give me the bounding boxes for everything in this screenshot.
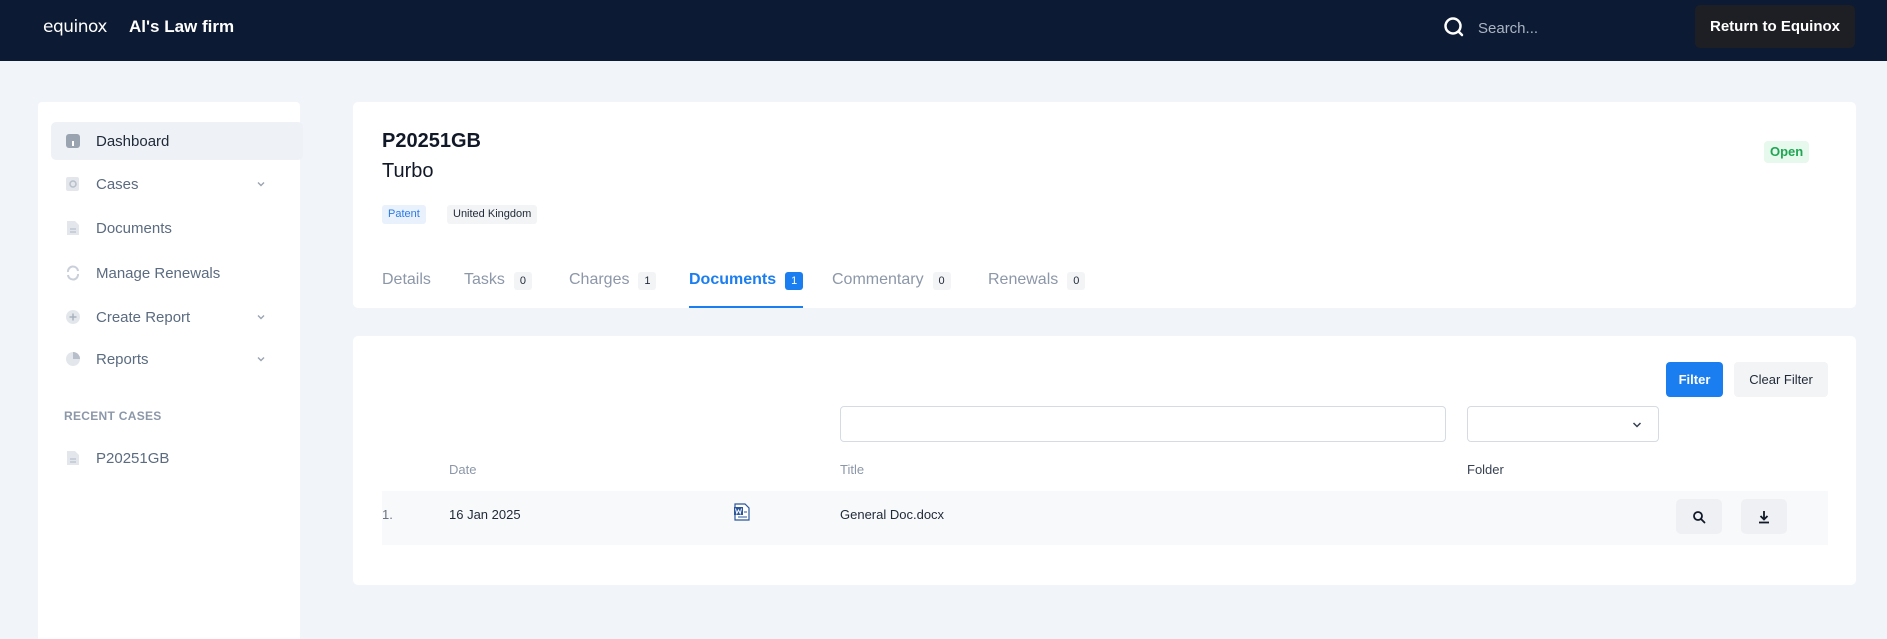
tab-commentary[interactable]: Commentary 0 xyxy=(832,257,951,308)
column-header-folder[interactable]: Folder xyxy=(1467,462,1504,477)
row-index: 1. xyxy=(382,507,393,522)
sidebar-item-label: Cases xyxy=(96,175,139,193)
documents-icon xyxy=(67,221,79,235)
tab-label: Documents xyxy=(689,271,777,288)
status-badge: Open xyxy=(1764,141,1810,163)
sidebar-item-cases[interactable]: Cases xyxy=(51,165,303,203)
sidebar-item-label: Create Report xyxy=(96,308,191,326)
tab-count-badge: 0 xyxy=(1067,272,1086,290)
equinox-logo[interactable]: equinox xyxy=(43,17,107,37)
view-document-button[interactable] xyxy=(1676,499,1722,534)
title-filter-input[interactable] xyxy=(840,406,1446,442)
filter-button[interactable]: Filter xyxy=(1666,362,1723,397)
firm-name: Al's Law firm xyxy=(129,17,235,36)
recent-case-label: P20251GB xyxy=(96,449,170,467)
table-row: 1. 16 Jan 2025 General Doc.docx xyxy=(382,491,1828,545)
search-input[interactable] xyxy=(1478,14,1678,42)
case-header-card: P20251GB Turbo Open Patent United Kingdo… xyxy=(353,102,1856,308)
download-document-button[interactable] xyxy=(1741,499,1787,534)
chevron-down-icon xyxy=(257,315,265,320)
tab-charges[interactable]: Charges 1 xyxy=(569,257,657,308)
sidebar: Dashboard Cases Documents Manage Renewal… xyxy=(38,102,303,639)
case-name: Turbo xyxy=(382,160,434,182)
renewals-icon xyxy=(67,265,79,281)
chevron-down-icon xyxy=(257,357,265,362)
sidebar-item-label: Manage Renewals xyxy=(96,264,221,282)
tab-tasks[interactable]: Tasks 0 xyxy=(464,257,532,308)
tab-count-badge: 0 xyxy=(932,272,951,290)
tab-count-badge: 1 xyxy=(785,272,804,290)
document-icon xyxy=(67,451,79,465)
sidebar-item-label: Documents xyxy=(96,219,172,237)
search-icon[interactable] xyxy=(1443,16,1465,38)
tab-label: Charges xyxy=(569,271,630,288)
download-icon xyxy=(1759,511,1769,524)
return-to-equinox-button[interactable]: Return to Equinox xyxy=(1695,5,1855,48)
tab-label: Renewals xyxy=(988,271,1059,288)
row-date: 16 Jan 2025 xyxy=(449,507,521,522)
dashboard-icon xyxy=(66,134,80,148)
search-icon xyxy=(1693,511,1706,524)
recent-cases-heading: RECENT CASES xyxy=(64,409,162,423)
column-header-title[interactable]: Title xyxy=(840,462,864,477)
column-header-date[interactable]: Date xyxy=(449,462,476,477)
case-reference: P20251GB xyxy=(382,130,481,152)
case-type-tag: Patent xyxy=(382,205,426,224)
sidebar-item-reports[interactable]: Reports xyxy=(51,340,303,378)
plus-icon xyxy=(66,310,80,324)
row-title[interactable]: General Doc.docx xyxy=(840,507,944,522)
clear-filter-button[interactable]: Clear Filter xyxy=(1734,362,1828,397)
tab-label: Tasks xyxy=(464,271,505,288)
folder-filter-select[interactable] xyxy=(1467,406,1659,442)
chevron-down-icon xyxy=(257,182,265,187)
documents-card: Filter Clear Filter Date Title Folder 1.… xyxy=(353,336,1856,585)
tab-count-badge: 0 xyxy=(513,272,532,290)
tab-label: Details xyxy=(382,271,431,288)
case-country-tag: United Kingdom xyxy=(447,205,538,224)
chevron-down-icon xyxy=(1632,422,1642,428)
sidebar-item-create-report[interactable]: Create Report xyxy=(51,298,303,336)
top-bar: equinox Al's Law firm Return to Equinox xyxy=(0,0,1887,61)
tab-renewals[interactable]: Renewals 0 xyxy=(988,257,1086,308)
tab-details[interactable]: Details xyxy=(382,257,431,308)
sidebar-item-manage-renewals[interactable]: Manage Renewals xyxy=(51,254,303,292)
sidebar-item-label: Reports xyxy=(96,350,149,368)
word-file-icon xyxy=(734,503,750,521)
sidebar-item-label: Dashboard xyxy=(96,132,170,150)
sidebar-item-documents[interactable]: Documents xyxy=(51,209,303,247)
pie-chart-icon xyxy=(66,352,80,366)
sidebar-item-dashboard[interactable]: Dashboard xyxy=(51,122,303,160)
tab-documents[interactable]: Documents 1 xyxy=(689,257,804,308)
cases-icon xyxy=(66,177,79,191)
tab-count-badge: 1 xyxy=(638,272,657,290)
tab-label: Commentary xyxy=(832,271,924,288)
recent-case-item[interactable]: P20251GB xyxy=(51,439,303,477)
